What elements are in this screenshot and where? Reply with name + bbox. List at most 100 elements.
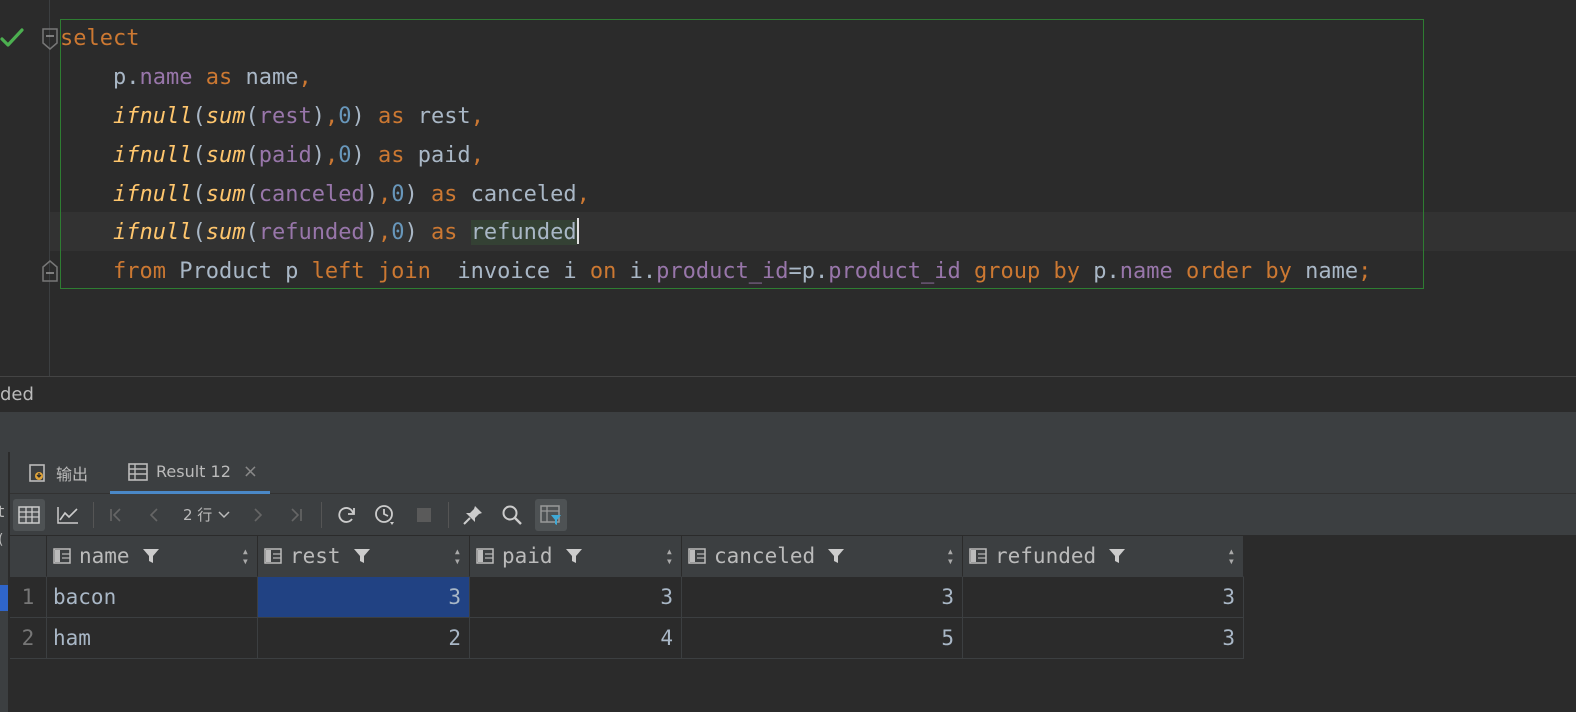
code-token: ) [351, 104, 378, 129]
table-cell-canceled[interactable]: 3 [682, 577, 963, 618]
table-cell-paid[interactable]: 3 [470, 577, 682, 618]
code-line[interactable]: ifnull(sum(canceled),0) as canceled, [60, 175, 590, 214]
gutter-divider [49, 0, 50, 376]
code-token: product_id [656, 259, 789, 284]
table-row[interactable]: 1 bacon 3 3 3 3 [10, 577, 1244, 618]
close-icon[interactable]: × [243, 461, 258, 482]
stop-icon [417, 508, 431, 522]
status-text: ded [0, 384, 34, 405]
filter-view-button[interactable] [535, 499, 567, 531]
code-line[interactable]: ifnull(sum(refunded),0) as refunded [60, 213, 579, 252]
code-token: from [112, 259, 166, 284]
stub-text-mid: ( [0, 532, 3, 548]
filter-icon[interactable] [1108, 547, 1126, 565]
code-token: 0 [338, 104, 352, 129]
tab-output-label: 输出 [56, 465, 89, 484]
column-header-label: paid [502, 544, 553, 568]
search-button[interactable] [496, 499, 528, 531]
code-token: , [298, 65, 312, 90]
sort-icon[interactable]: ▴ ▾ [947, 545, 954, 567]
code-token: as [205, 65, 233, 90]
column-header-rest[interactable]: rest ▴ ▾ [258, 536, 470, 577]
table-cell-canceled[interactable]: 5 [682, 618, 963, 659]
toolbar-separator [448, 502, 449, 528]
column-header-label: refunded [995, 544, 1097, 568]
chart-view-button[interactable] [52, 499, 84, 531]
filter-icon[interactable] [827, 547, 845, 565]
code-line[interactable]: p.name as name, [60, 58, 312, 97]
code-token: rest [258, 104, 312, 129]
table-cell-paid[interactable]: 4 [470, 618, 682, 659]
code-token: , [324, 143, 339, 168]
history-button[interactable] [369, 499, 401, 531]
first-page-button[interactable] [100, 499, 132, 531]
code-token: ( [245, 220, 259, 245]
table-icon [128, 462, 148, 481]
column-header-paid[interactable]: paid ▴ ▾ [470, 536, 682, 577]
table-row[interactable]: 2 ham 2 4 5 3 [10, 618, 1244, 659]
fold-end-icon[interactable] [41, 260, 59, 282]
code-line[interactable]: select [60, 19, 139, 58]
table-cell-refunded[interactable]: 3 [963, 577, 1244, 618]
code-token: ( [192, 220, 206, 245]
code-token: as [430, 220, 458, 245]
stop-button[interactable] [408, 499, 440, 531]
sort-icon[interactable]: ▴ ▾ [1228, 545, 1235, 567]
code-token: ( [245, 104, 259, 129]
table-cell-rest[interactable]: 2 [258, 618, 470, 659]
code-line[interactable]: from Product p left join invoice i on i.… [60, 252, 1371, 291]
table-cell-refunded[interactable]: 3 [963, 618, 1244, 659]
fold-collapse-icon[interactable] [41, 28, 59, 50]
last-page-button[interactable] [280, 499, 312, 531]
sql-editor[interactable]: select p.name as name, ifnull(sum(rest),… [0, 0, 1576, 376]
code-line[interactable]: ifnull(sum(paid),0) as paid, [60, 136, 484, 175]
prev-page-button[interactable] [138, 499, 170, 531]
chevron-down-icon [218, 510, 230, 518]
sort-icon[interactable]: ▴ ▾ [454, 545, 461, 567]
tab-output[interactable]: 输出 [28, 452, 88, 494]
next-page-button[interactable] [242, 499, 274, 531]
first-page-icon [110, 508, 121, 522]
pin-button[interactable] [457, 499, 489, 531]
tab-result[interactable]: Result 12 × [110, 452, 270, 494]
code-token: ifnull [112, 182, 193, 207]
column-header-refunded[interactable]: refunded ▴ ▾ [963, 536, 1244, 577]
pin-icon [463, 506, 482, 525]
column-header-name[interactable]: name ▴ ▾ [47, 536, 258, 577]
code-token: group by [974, 259, 1080, 284]
column-header-label: rest [290, 544, 341, 568]
stub-selected-item[interactable] [0, 585, 8, 611]
code-token: ( [192, 104, 206, 129]
code-token: product_id [828, 259, 961, 284]
column-header-canceled[interactable]: canceled ▴ ▾ [682, 536, 963, 577]
table-view-icon [18, 506, 40, 524]
table-view-button[interactable] [13, 499, 45, 531]
code-token: name [232, 65, 299, 90]
code-token: paid [258, 143, 312, 168]
reload-button[interactable] [330, 499, 362, 531]
sort-icon[interactable]: ▴ ▾ [666, 545, 673, 567]
table-cell-name[interactable]: bacon [47, 577, 258, 618]
filter-icon[interactable] [565, 547, 583, 565]
rows-count-dropdown[interactable]: 2 行 [183, 504, 230, 525]
row-number[interactable]: 2 [10, 618, 47, 659]
sort-icon[interactable]: ▴ ▾ [242, 545, 249, 567]
filter-icon[interactable] [353, 547, 371, 565]
result-toolbar: 2 行 [10, 494, 1576, 536]
filter-icon[interactable] [142, 547, 160, 565]
code-token: ( [245, 182, 259, 207]
table-cell-name[interactable]: ham [47, 618, 258, 659]
row-number[interactable]: 1 [10, 577, 47, 618]
results-panel: t ( 输出 Result 12 × [0, 452, 1576, 712]
code-token: , [470, 104, 484, 129]
panel-header-band [0, 412, 1576, 452]
table-cell-rest[interactable]: 3 [258, 577, 470, 618]
code-token: ; [1358, 259, 1372, 284]
code-token: i. [616, 259, 657, 284]
column-header-label: canceled [714, 544, 816, 568]
prev-page-icon [149, 508, 158, 522]
code-line[interactable]: ifnull(sum(rest),0) as rest, [60, 97, 484, 136]
row-number-header[interactable] [10, 536, 47, 577]
